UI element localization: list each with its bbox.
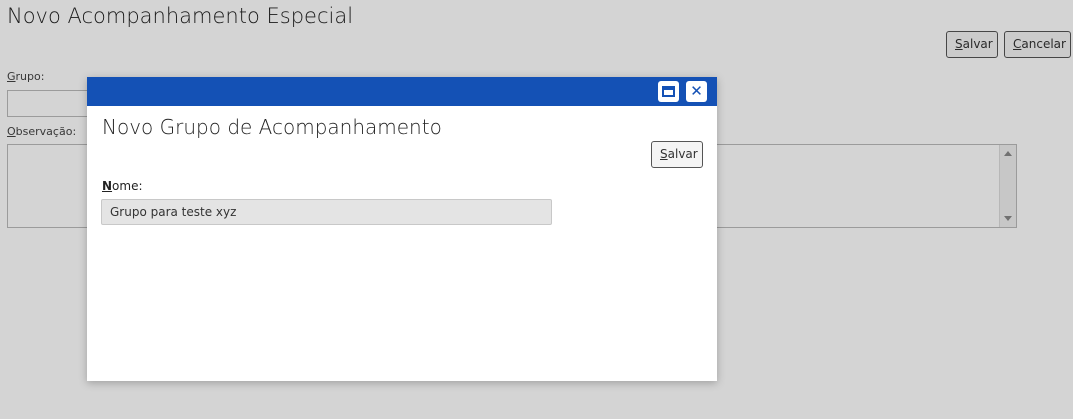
close-icon: ✕ [690,82,703,100]
dialog-save-accesskey: S [660,147,668,161]
new-group-dialog: ✕ Novo Grupo de Acompanhamento Salvar No… [87,77,717,381]
close-button[interactable]: ✕ [686,81,707,102]
nome-label: Nome: [102,179,143,193]
maximize-icon [662,86,675,97]
dialog-save-button[interactable]: Salvar [651,141,703,168]
dialog-save-label: alvar [667,147,698,161]
nome-input[interactable] [101,199,552,225]
dialog-header: ✕ [87,77,717,106]
nome-label-text: ome: [112,179,143,193]
nome-label-accesskey: N [102,179,113,193]
maximize-button[interactable] [658,81,679,102]
dialog-title: Novo Grupo de Acompanhamento [102,115,442,139]
